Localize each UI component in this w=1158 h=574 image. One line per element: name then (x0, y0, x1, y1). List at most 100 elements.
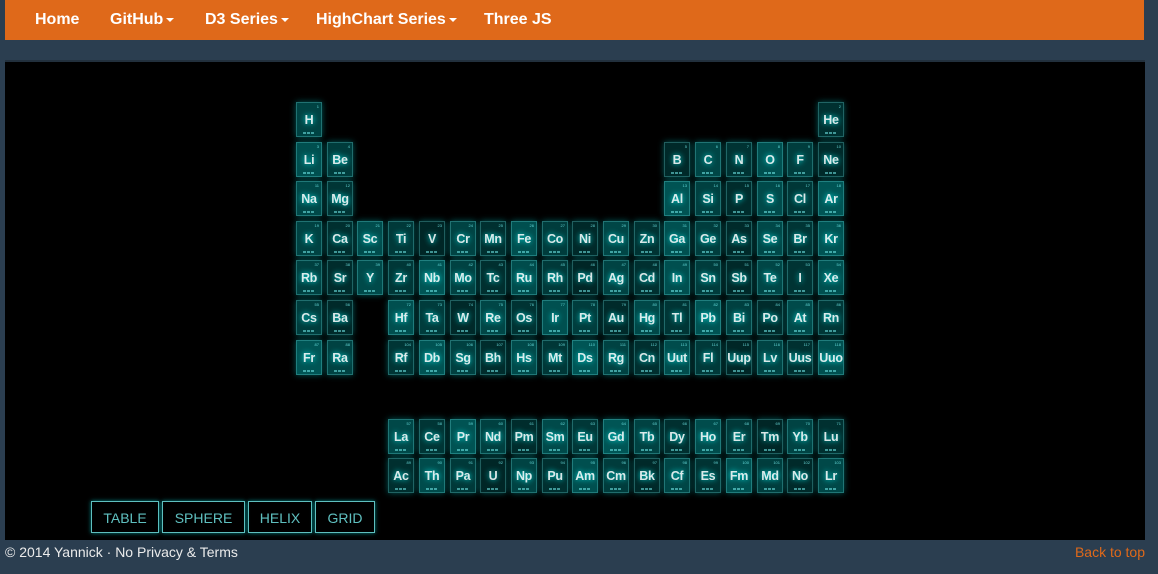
element-tile-cu[interactable]: 29 Cu (603, 221, 629, 256)
element-tile-pa[interactable]: 91 Pa (450, 458, 476, 493)
element-tile-k[interactable]: 19 K (296, 221, 322, 256)
element-tile-y[interactable]: 39 Y (357, 260, 383, 295)
element-tile-la[interactable]: 57 La (388, 419, 414, 454)
element-tile-sr[interactable]: 38 Sr (327, 260, 353, 295)
element-tile-lv[interactable]: 116 Lv (757, 340, 783, 375)
element-tile-i[interactable]: 53 I (787, 260, 813, 295)
element-tile-au[interactable]: 79 Au (603, 300, 629, 335)
element-tile-ca[interactable]: 20 Ca (327, 221, 353, 256)
element-tile-bk[interactable]: 97 Bk (634, 458, 660, 493)
element-tile-zn[interactable]: 30 Zn (634, 221, 660, 256)
element-tile-ni[interactable]: 28 Ni (572, 221, 598, 256)
element-tile-u[interactable]: 92 U (480, 458, 506, 493)
element-tile-ru[interactable]: 44 Ru (511, 260, 537, 295)
element-tile-fe[interactable]: 26 Fe (511, 221, 537, 256)
element-tile-lr[interactable]: 103 Lr (818, 458, 844, 493)
element-tile-bi[interactable]: 83 Bi (726, 300, 752, 335)
element-tile-as[interactable]: 33 As (726, 221, 752, 256)
element-tile-at[interactable]: 85 At (787, 300, 813, 335)
element-tile-sb[interactable]: 51 Sb (726, 260, 752, 295)
element-tile-os[interactable]: 76 Os (511, 300, 537, 335)
element-tile-gd[interactable]: 64 Gd (603, 419, 629, 454)
element-tile-ce[interactable]: 58 Ce (419, 419, 445, 454)
element-tile-tc[interactable]: 43 Tc (480, 260, 506, 295)
element-tile-ac[interactable]: 89 Ac (388, 458, 414, 493)
element-tile-w[interactable]: 74 W (450, 300, 476, 335)
element-tile-fr[interactable]: 87 Fr (296, 340, 322, 375)
nav-d3-series[interactable]: D3 Series (205, 0, 289, 40)
element-tile-pd[interactable]: 46 Pd (572, 260, 598, 295)
element-tile-hf[interactable]: 72 Hf (388, 300, 414, 335)
element-tile-ti[interactable]: 22 Ti (388, 221, 414, 256)
element-tile-uut[interactable]: 113 Uut (664, 340, 690, 375)
element-tile-pm[interactable]: 61 Pm (511, 419, 537, 454)
element-tile-po[interactable]: 84 Po (757, 300, 783, 335)
element-tile-te[interactable]: 52 Te (757, 260, 783, 295)
element-tile-rn[interactable]: 86 Rn (818, 300, 844, 335)
element-tile-ta[interactable]: 73 Ta (419, 300, 445, 335)
element-tile-li[interactable]: 3 Li (296, 142, 322, 177)
element-tile-n[interactable]: 7N (726, 142, 752, 177)
periodic-table-stage[interactable]: 1 H 2 He 3 Li 4 Be 5 B 6 C 7 N 8 O 9 F 10 Ne 11 Na 12 Mg 13 Al 14 S… (5, 60, 1145, 540)
element-tile-pu[interactable]: 94 Pu (542, 458, 568, 493)
element-tile-na[interactable]: 11 Na (296, 181, 322, 216)
element-tile-ho[interactable]: 67 Ho (695, 419, 721, 454)
element-tile-ga[interactable]: 31 Ga (664, 221, 690, 256)
element-tile-yb[interactable]: 70 Yb (787, 419, 813, 454)
element-tile-be[interactable]: 4 Be (327, 142, 353, 177)
element-tile-cd[interactable]: 48 Cd (634, 260, 660, 295)
element-tile-am[interactable]: 95 Am (572, 458, 598, 493)
element-tile-sm[interactable]: 62 Sm (542, 419, 568, 454)
element-tile-nb[interactable]: 41 Nb (419, 260, 445, 295)
element-tile-sg[interactable]: 106 Sg (450, 340, 476, 375)
element-tile-rg[interactable]: 111 Rg (603, 340, 629, 375)
element-tile-o[interactable]: 8O (757, 142, 783, 177)
element-tile-fl[interactable]: 114 Fl (695, 340, 721, 375)
element-tile-md[interactable]: 101 Md (757, 458, 783, 493)
element-tile-db[interactable]: 105 Db (419, 340, 445, 375)
element-tile-cf[interactable]: 98 Cf (664, 458, 690, 493)
element-tile-c[interactable]: 6C (695, 142, 721, 177)
table-button[interactable]: TABLE (91, 501, 159, 533)
element-tile-v[interactable]: 23 V (419, 221, 445, 256)
element-tile-tb[interactable]: 65 Tb (634, 419, 660, 454)
element-tile-eu[interactable]: 63 Eu (572, 419, 598, 454)
element-tile-f[interactable]: 9F (787, 142, 813, 177)
element-tile-rb[interactable]: 37 Rb (296, 260, 322, 295)
element-tile-cl[interactable]: 17 Cl (787, 181, 813, 216)
element-tile-co[interactable]: 27 Co (542, 221, 568, 256)
element-tile-lu[interactable]: 71 Lu (818, 419, 844, 454)
element-tile-ba[interactable]: 56 Ba (327, 300, 353, 335)
element-tile-tm[interactable]: 69 Tm (757, 419, 783, 454)
element-tile-cs[interactable]: 55 Cs (296, 300, 322, 335)
element-tile-ge[interactable]: 32 Ge (695, 221, 721, 256)
element-tile-se[interactable]: 34 Se (757, 221, 783, 256)
element-tile-re[interactable]: 75 Re (480, 300, 506, 335)
element-tile-ds[interactable]: 110 Ds (572, 340, 598, 375)
element-tile-sn[interactable]: 50 Sn (695, 260, 721, 295)
element-tile-rh[interactable]: 45 Rh (542, 260, 568, 295)
element-tile-no[interactable]: 102 No (787, 458, 813, 493)
helix-button[interactable]: HELIX (248, 501, 312, 533)
element-tile-mn[interactable]: 25 Mn (480, 221, 506, 256)
element-tile-mt[interactable]: 109 Mt (542, 340, 568, 375)
element-tile-p[interactable]: 15 P (726, 181, 752, 216)
element-tile-h[interactable]: 1H (296, 102, 322, 137)
element-tile-rf[interactable]: 104 Rf (388, 340, 414, 375)
element-tile-al[interactable]: 13 Al (664, 181, 690, 216)
element-tile-mg[interactable]: 12 Mg (327, 181, 353, 216)
element-tile-uus[interactable]: 117 Uus (787, 340, 813, 375)
element-tile-uuo[interactable]: 118 Uuo (818, 340, 844, 375)
element-tile-hs[interactable]: 108 Hs (511, 340, 537, 375)
back-to-top-link[interactable]: Back to top (1075, 544, 1145, 560)
element-tile-xe[interactable]: 54 Xe (818, 260, 844, 295)
element-tile-cm[interactable]: 96 Cm (603, 458, 629, 493)
sphere-button[interactable]: SPHERE (162, 501, 245, 533)
element-tile-ag[interactable]: 47 Ag (603, 260, 629, 295)
element-tile-er[interactable]: 68 Er (726, 419, 752, 454)
element-tile-kr[interactable]: 36 Kr (818, 221, 844, 256)
element-tile-hg[interactable]: 80 Hg (634, 300, 660, 335)
element-tile-cr[interactable]: 24 Cr (450, 221, 476, 256)
element-tile-in[interactable]: 49 In (664, 260, 690, 295)
element-tile-uup[interactable]: 115 Uup (726, 340, 752, 375)
